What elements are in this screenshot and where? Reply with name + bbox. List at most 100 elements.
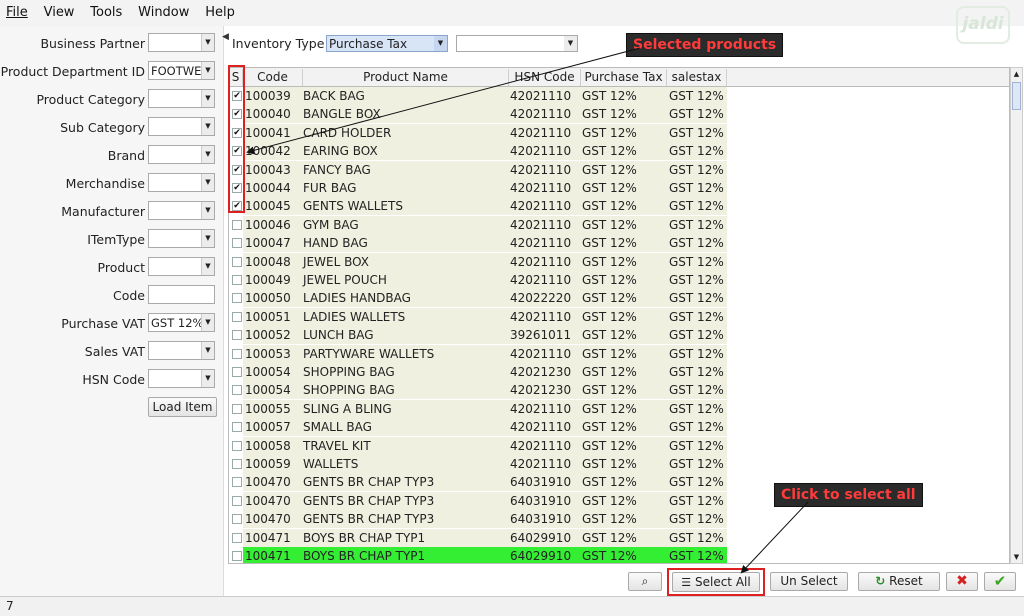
row-checkbox[interactable] <box>232 532 242 543</box>
table-row[interactable]: ✔ 100041 CARD HOLDER 42021110 GST 12% GST 12% <box>229 123 1009 142</box>
row-checkbox[interactable] <box>232 440 242 451</box>
reset-button[interactable]: ↻ Reset <box>858 572 940 591</box>
row-checkbox[interactable] <box>232 514 242 525</box>
table-row[interactable]: 100057 SMALL BAG 42021110 GST 12% GST 12% <box>229 418 1009 437</box>
filter-select[interactable]: ▼ <box>148 89 215 108</box>
code-input[interactable] <box>148 285 215 304</box>
scroll-up-icon[interactable]: ▲ <box>1011 68 1022 80</box>
row-checkbox[interactable] <box>232 385 242 396</box>
col-header-hsn-code[interactable]: HSN Code <box>509 69 581 86</box>
table-row[interactable]: ✔ 100043 FANCY BAG 42021110 GST 12% GST 12% <box>229 160 1009 179</box>
filter-select[interactable]: ▼ <box>148 173 215 192</box>
table-row[interactable]: 100052 LUNCH BAG 39261011 GST 12% GST 12% <box>229 326 1009 345</box>
chevron-down-icon[interactable]: ▼ <box>201 34 214 51</box>
chevron-down-icon[interactable]: ▼ <box>201 174 214 191</box>
row-checkbox[interactable] <box>232 348 242 359</box>
cell-ptax: GST 12% <box>582 217 637 232</box>
row-checkbox[interactable] <box>232 367 242 377</box>
load-item-button[interactable]: Load Item <box>148 397 217 417</box>
split-handle-icon[interactable]: ◀ <box>222 32 229 42</box>
chevron-down-icon[interactable]: ▼ <box>201 146 214 163</box>
scroll-down-icon[interactable]: ▼ <box>1011 551 1022 563</box>
row-checkbox[interactable] <box>232 293 242 304</box>
menu-file[interactable]: File <box>0 0 34 20</box>
inventory-type-select[interactable]: Purchase Tax ▼ <box>326 35 448 52</box>
cell-ptax: GST 12% <box>582 512 637 527</box>
table-row[interactable]: 100055 SLING A BLING 42021110 GST 12% GST 12… <box>229 399 1009 418</box>
chevron-down-icon[interactable]: ▼ <box>201 258 214 275</box>
row-checkbox[interactable] <box>232 311 242 322</box>
cell-code: 100471 <box>245 549 291 563</box>
filter-select[interactable]: ▼ <box>148 201 215 220</box>
table-row[interactable]: ✔ 100044 FUR BAG 42021110 GST 12% GST 12% <box>229 179 1009 197</box>
chevron-down-icon[interactable]: ▼ <box>564 36 577 51</box>
table-row[interactable]: 100053 PARTYWARE WALLETS 42021110 GST 12% GS… <box>229 344 1009 363</box>
table-row[interactable]: 100059 WALLETS 42021110 GST 12% GST 12% <box>229 455 1009 473</box>
ok-button[interactable]: ✔ <box>984 572 1016 591</box>
row-checkbox[interactable] <box>232 551 242 561</box>
table-row[interactable]: 100050 LADIES HANDBAG 42022220 GST 12% GST 1… <box>229 289 1009 308</box>
filter-select[interactable]: ▼ <box>148 145 215 164</box>
row-checkbox[interactable] <box>232 477 242 488</box>
row-checkbox[interactable] <box>232 495 242 506</box>
row-checkbox[interactable] <box>232 459 242 469</box>
col-header-purchase-tax[interactable]: Purchase Tax <box>581 69 667 86</box>
table-row[interactable]: 100048 JEWEL BOX 42021110 GST 12% GST 12% <box>229 252 1009 271</box>
col-header-product-name[interactable]: Product Name <box>303 69 509 86</box>
filter-select[interactable]: GST 12% ▼ <box>148 313 215 332</box>
table-row[interactable]: ✔ 100040 BANGLE BOX 42021110 GST 12% GST 12% <box>229 105 1009 124</box>
filter-select[interactable]: FOOTWEAR▼ <box>148 61 215 80</box>
chevron-down-icon[interactable]: ▼ <box>201 90 214 107</box>
table-row[interactable]: 100051 LADIES WALLETS 42021110 GST 12% GST 1… <box>229 307 1009 326</box>
filter-select[interactable]: ▼ <box>148 117 215 136</box>
row-checkbox[interactable] <box>232 330 242 341</box>
cell-stax: GST 12% <box>669 291 724 306</box>
chevron-down-icon[interactable]: ▼ <box>201 314 214 331</box>
preview-button[interactable]: ⌕ <box>628 572 662 591</box>
menu-view[interactable]: View <box>38 0 81 20</box>
table-row[interactable]: 100471 BOYS BR CHAP TYP1 64029910 GST 12% GS… <box>229 528 1009 547</box>
row-checkbox[interactable] <box>232 219 242 230</box>
filter-select[interactable]: ▼ <box>148 33 215 52</box>
menu-help[interactable]: Help <box>199 0 241 20</box>
cell-ptax: GST 12% <box>582 420 637 435</box>
filter-select[interactable]: ▼ <box>148 341 215 360</box>
row-checkbox[interactable] <box>232 238 242 249</box>
scroll-thumb[interactable] <box>1012 82 1021 110</box>
inventory-secondary-select[interactable]: ▼ <box>456 35 578 52</box>
cancel-button[interactable]: ✖ <box>946 572 978 591</box>
chevron-down-icon[interactable]: ▼ <box>201 118 214 135</box>
chevron-down-icon[interactable]: ▼ <box>201 230 214 247</box>
table-row[interactable]: 100470 GENTS BR CHAP TYP3 64031910 GST 12% G… <box>229 510 1009 529</box>
table-scrollbar[interactable]: ▲ ▼ <box>1010 67 1023 564</box>
filter-select[interactable]: ▼ <box>148 229 215 248</box>
filter-select[interactable]: ▼ <box>148 257 215 276</box>
table-row[interactable]: 100054 SHOPPING BAG 42021230 GST 12% GST 12% <box>229 381 1009 400</box>
menu-tools[interactable]: Tools <box>84 0 128 20</box>
chevron-down-icon[interactable]: ▼ <box>434 36 447 51</box>
table-row[interactable]: 100471 BOYS BR CHAP TYP1 64029910 GST 12% GS… <box>229 547 1009 563</box>
table-row[interactable]: 100049 JEWEL POUCH 42021110 GST 12% GST 12% <box>229 271 1009 289</box>
row-checkbox[interactable] <box>232 403 242 414</box>
chevron-down-icon[interactable]: ▼ <box>201 202 214 219</box>
table-row[interactable]: 100046 GYM BAG 42021110 GST 12% GST 12% <box>229 215 1009 234</box>
menu-window[interactable]: Window <box>132 0 195 20</box>
un-select-button[interactable]: Un Select <box>770 572 848 591</box>
chevron-down-icon[interactable]: ▼ <box>201 370 214 387</box>
col-header-code[interactable]: Code <box>243 69 303 86</box>
table-row[interactable]: 100058 TRAVEL KIT 42021110 GST 12% GST 12% <box>229 436 1009 455</box>
table-row[interactable]: ✔ 100039 BACK BAG 42021110 GST 12% GST 12% <box>229 87 1009 105</box>
row-checkbox[interactable] <box>232 256 242 267</box>
table-row[interactable]: ✔ 100042 EARING BOX 42021110 GST 12% GST 12% <box>229 142 1009 161</box>
cell-code: 100044 <box>245 181 291 195</box>
table-row[interactable]: 100047 HAND BAG 42021110 GST 12% GST 12% <box>229 234 1009 253</box>
table-row[interactable]: 100054 SHOPPING BAG 42021230 GST 12% GST 12% <box>229 363 1009 381</box>
table-row[interactable]: ✔ 100045 GENTS WALLETS 42021110 GST 12% GST 1… <box>229 197 1009 216</box>
row-checkbox[interactable] <box>232 422 242 433</box>
filter-select[interactable]: ▼ <box>148 369 215 388</box>
chevron-down-icon[interactable]: ▼ <box>201 342 214 359</box>
chevron-down-icon[interactable]: ▼ <box>201 62 214 79</box>
col-header-salestax[interactable]: salestax <box>667 69 727 86</box>
row-checkbox[interactable] <box>232 275 242 285</box>
cell-code: 100058 <box>245 438 291 453</box>
